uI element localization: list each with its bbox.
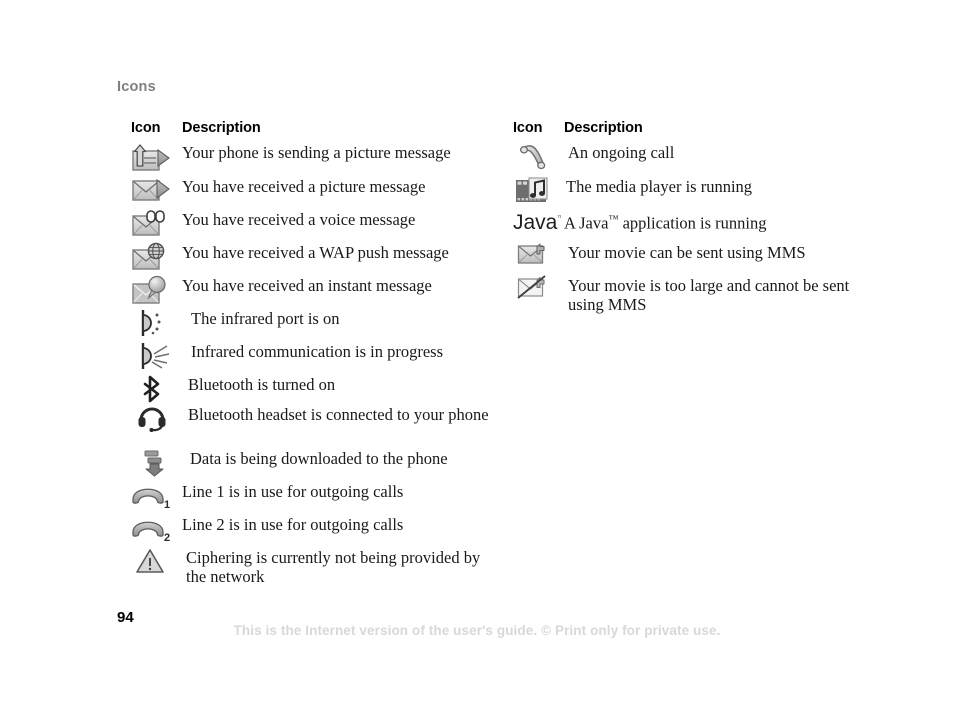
row-description: Line 2 is in use for outgoing calls xyxy=(182,515,404,534)
table-rows-right: An ongoing call The media player is runn… xyxy=(513,142,873,319)
column-header-icon-label: Icon xyxy=(131,120,161,136)
row-description: You have received an instant message xyxy=(182,276,432,295)
icon-cell xyxy=(131,275,182,312)
row-description: Data is being downloaded to the phone xyxy=(190,449,448,468)
ongoing-call-icon xyxy=(517,142,551,177)
row-description: Bluetooth is turned on xyxy=(188,375,336,394)
column-header-description-label: Description xyxy=(564,120,643,136)
icon-cell xyxy=(513,242,568,273)
icon-cell xyxy=(131,142,182,179)
table-rows-left: Your phone is sending a picture message … xyxy=(131,142,491,591)
data-download-icon xyxy=(139,448,169,483)
table-row: Infrared communication is in progress xyxy=(131,341,491,374)
icon-cell xyxy=(131,547,186,580)
media-player-running-icon xyxy=(515,176,553,211)
svg-text:™: ™ xyxy=(557,215,561,222)
row-description: The media player is running xyxy=(566,177,753,196)
row-description: The infrared port is on xyxy=(191,309,340,328)
received-wap-push-message-icon xyxy=(131,242,175,277)
table-row: The infrared port is on xyxy=(131,308,491,341)
row-description: Infrared communication is in progress xyxy=(191,342,444,361)
table-header-left: Icon Description xyxy=(131,120,491,142)
page-title: Icons xyxy=(117,79,156,95)
row-description: A Java™ application is running xyxy=(564,209,873,234)
row-description: An ongoing call xyxy=(568,143,675,162)
table-header-right: Icon Description xyxy=(513,120,873,142)
row-description: Your movie is too large and cannot be se… xyxy=(568,276,850,314)
row-description: Ciphering is currently not being provide… xyxy=(186,548,481,586)
manual-page: Icons Icon Description Your phone is sen… xyxy=(0,0,954,710)
table-row: An ongoing call xyxy=(513,142,873,176)
row-description: You have received a voice message xyxy=(182,210,416,229)
row-description: You have received a picture message xyxy=(182,177,426,196)
footer-note: This is the Internet version of the user… xyxy=(233,623,721,638)
icon-table-right: Icon Description An ongoing call The med… xyxy=(513,120,873,319)
received-instant-message-icon xyxy=(131,275,175,312)
line-1-outgoing-icon: 1 xyxy=(131,481,177,514)
icon-table-left: Icon Description Your phone is sending a… xyxy=(131,120,491,591)
icon-cell xyxy=(513,142,568,177)
svg-text:2: 2 xyxy=(164,532,170,542)
movie-sendable-mms-icon xyxy=(517,242,553,273)
table-row: Your phone is sending a picture message xyxy=(131,142,491,176)
column-header-icon-label: Icon xyxy=(513,120,543,136)
row-description: You have received a WAP push message xyxy=(182,243,449,262)
infrared-communication-icon xyxy=(140,341,172,376)
table-row: The media player is running xyxy=(513,176,873,209)
movie-too-large-mms-icon xyxy=(517,275,553,306)
table-row: You have received a picture message xyxy=(131,176,491,209)
table-row: Java ™ A Java™ application is running xyxy=(513,209,873,242)
icon-cell xyxy=(131,308,191,343)
infrared-port-on-icon xyxy=(140,308,170,343)
icon-cell: 1 xyxy=(131,481,182,514)
table-row: Bluetooth is turned on xyxy=(131,374,491,404)
received-voice-message-icon xyxy=(131,209,175,244)
svg-text:1: 1 xyxy=(164,499,170,509)
table-row: You have received a voice message xyxy=(131,209,491,242)
icon-cell xyxy=(131,176,182,209)
sending-picture-message-icon xyxy=(131,142,175,179)
table-row: Your movie is too large and cannot be se… xyxy=(513,275,873,319)
icon-cell xyxy=(513,275,568,306)
table-row: Data is being downloaded to the phone xyxy=(131,448,491,481)
icon-cell xyxy=(131,242,182,277)
icon-cell xyxy=(131,448,190,483)
table-row: Ciphering is currently not being provide… xyxy=(131,547,491,591)
line-2-outgoing-icon: 2 xyxy=(131,514,177,547)
row-description: Your movie can be sent using MMS xyxy=(568,243,806,262)
java-application-icon: Java ™ xyxy=(513,209,564,240)
table-row: 2 Line 2 is in use for outgoing calls xyxy=(131,514,491,547)
icon-cell xyxy=(131,404,188,437)
table-row: 1 Line 1 is in use for outgoing calls xyxy=(131,481,491,514)
icon-cell xyxy=(131,341,191,376)
svg-text:Java: Java xyxy=(513,211,558,234)
icon-cell: Java ™ xyxy=(513,209,564,240)
no-ciphering-warning-icon xyxy=(135,547,167,580)
icon-cell: 2 xyxy=(131,514,182,547)
table-row: You have received a WAP push message xyxy=(131,242,491,275)
row-description: Bluetooth headset is connected to your p… xyxy=(188,405,489,424)
row-description: Line 1 is in use for outgoing calls xyxy=(182,482,404,501)
bluetooth-headset-icon xyxy=(137,404,167,437)
row-description: Your phone is sending a picture message xyxy=(182,143,451,162)
received-picture-message-icon xyxy=(131,176,175,209)
java-text-before: A Java xyxy=(564,213,609,233)
java-text-after: application is running xyxy=(618,213,767,233)
table-row: Bluetooth headset is connected to your p… xyxy=(131,404,491,448)
column-header-description-label: Description xyxy=(182,120,261,136)
table-row: Your movie can be sent using MMS xyxy=(513,242,873,275)
icon-cell xyxy=(131,209,182,244)
table-row: You have received an instant message xyxy=(131,275,491,308)
icon-cell xyxy=(513,176,566,211)
trademark-symbol: ™ xyxy=(608,214,619,225)
